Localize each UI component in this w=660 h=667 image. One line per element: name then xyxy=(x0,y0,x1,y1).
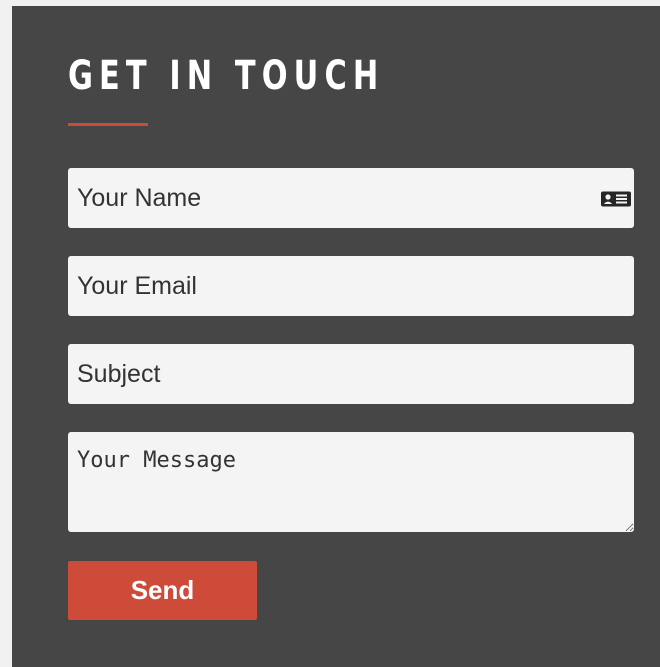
email-input[interactable] xyxy=(68,256,634,316)
name-input[interactable] xyxy=(68,168,634,228)
heading-underline xyxy=(68,123,148,126)
message-textarea[interactable] xyxy=(68,432,634,532)
send-button[interactable]: Send xyxy=(68,561,257,620)
form-heading: GET IN TOUCH xyxy=(68,53,385,99)
contact-card-icon xyxy=(601,191,631,207)
contact-form-panel: GET IN TOUCH Send xyxy=(12,6,660,667)
subject-input[interactable] xyxy=(68,344,634,404)
